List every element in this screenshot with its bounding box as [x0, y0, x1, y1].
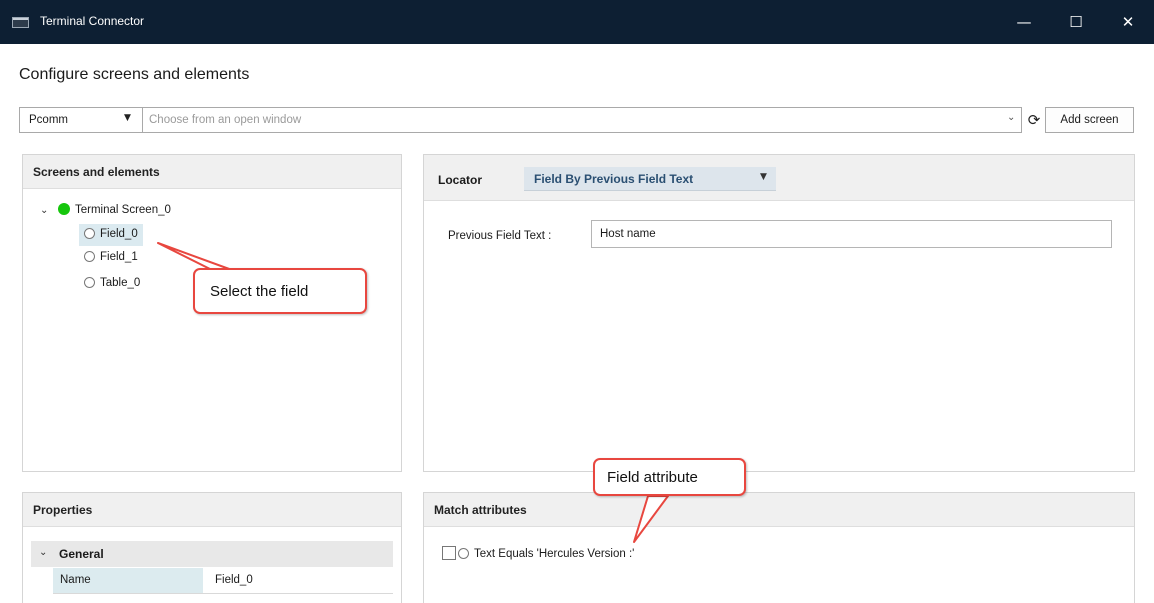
- properties-panel: Properties ⌄ General Name Field_0: [22, 492, 402, 603]
- tree-item-field-0[interactable]: Field_0: [79, 224, 143, 246]
- tree-item-field-1[interactable]: Field_1: [84, 251, 138, 263]
- window-select-placeholder: Choose from an open window: [149, 114, 302, 126]
- page-title: Configure screens and elements: [19, 66, 250, 83]
- attribute-checkbox[interactable]: [442, 546, 456, 560]
- general-section-label: General: [59, 547, 104, 561]
- tree-item-label: Table_0: [100, 277, 141, 289]
- property-key-label: Name: [60, 574, 91, 586]
- tree-item-table-0[interactable]: Table_0: [84, 277, 140, 289]
- screens-panel-title: Screens and elements: [33, 165, 160, 179]
- tree-root-label: Terminal Screen_0: [75, 204, 171, 216]
- screens-panel-header: Screens and elements: [23, 155, 401, 189]
- property-key: Name: [53, 568, 203, 593]
- select-field-callout: Select the field: [193, 268, 367, 314]
- window-select-dropdown[interactable]: Choose from an open window ⌄: [142, 107, 1022, 133]
- caret-down-icon: ▼: [124, 113, 131, 123]
- match-attributes-title: Match attributes: [434, 503, 527, 517]
- toolbar: Pcomm ▼ Choose from an open window ⌄ ⟳ A…: [19, 107, 1134, 133]
- status-dot-icon: [58, 203, 70, 215]
- chevron-down-icon[interactable]: ⌄: [40, 205, 52, 216]
- minimize-button[interactable]: —: [998, 0, 1050, 44]
- add-screen-button[interactable]: Add screen: [1045, 107, 1134, 133]
- previous-field-text-label: Previous Field Text :: [448, 230, 552, 242]
- maximize-button[interactable]: ☐: [1050, 0, 1102, 44]
- chevron-down-icon: ⌄: [39, 547, 48, 558]
- terminal-app-icon: [12, 17, 29, 28]
- property-value[interactable]: Field_0: [215, 574, 253, 586]
- locator-title: Locator: [438, 173, 483, 187]
- match-attributes-header: Match attributes: [424, 493, 1134, 527]
- radio-icon: [84, 228, 95, 239]
- locator-type-dropdown[interactable]: Field By Previous Field Text ▼: [524, 167, 776, 191]
- refresh-icon[interactable]: ⟳: [1024, 110, 1044, 130]
- match-attributes-panel: Match attributes Text Equals 'Hercules V…: [423, 492, 1135, 603]
- locator-type-value: Field By Previous Field Text: [534, 172, 694, 186]
- chevron-down-icon: ⌄: [1007, 112, 1016, 123]
- app-type-value: Pcomm: [29, 114, 68, 126]
- match-attribute-label: Text Equals 'Hercules Version :': [474, 548, 635, 560]
- locator-header: Locator Field By Previous Field Text ▼: [424, 155, 1134, 201]
- caret-down-icon: ▼: [760, 172, 767, 182]
- app-type-dropdown[interactable]: Pcomm ▼: [19, 107, 143, 133]
- general-section-header[interactable]: ⌄ General: [31, 541, 393, 567]
- radio-icon: [458, 548, 469, 559]
- properties-header: Properties: [23, 493, 401, 527]
- field-attribute-callout: Field attribute: [593, 458, 746, 496]
- locator-panel: Locator Field By Previous Field Text ▼ P…: [423, 154, 1135, 472]
- tree-item-terminal-screen[interactable]: ⌄ Terminal Screen_0: [40, 203, 171, 216]
- tree-item-label: Field_1: [100, 251, 138, 263]
- select-field-text: Select the field: [210, 283, 309, 300]
- title-bar: Terminal Connector — ☐ ✕: [0, 0, 1154, 44]
- tree-item-label: Field_0: [100, 228, 138, 240]
- property-row-name[interactable]: Name Field_0: [53, 568, 393, 594]
- window-title: Terminal Connector: [40, 14, 145, 28]
- close-button[interactable]: ✕: [1102, 0, 1154, 44]
- properties-title: Properties: [33, 503, 93, 517]
- radio-icon: [84, 277, 95, 288]
- match-attribute-row[interactable]: Text Equals 'Hercules Version :': [442, 546, 634, 560]
- field-attribute-text: Field attribute: [607, 469, 698, 486]
- radio-icon: [84, 251, 95, 262]
- previous-field-text-input[interactable]: [591, 220, 1112, 248]
